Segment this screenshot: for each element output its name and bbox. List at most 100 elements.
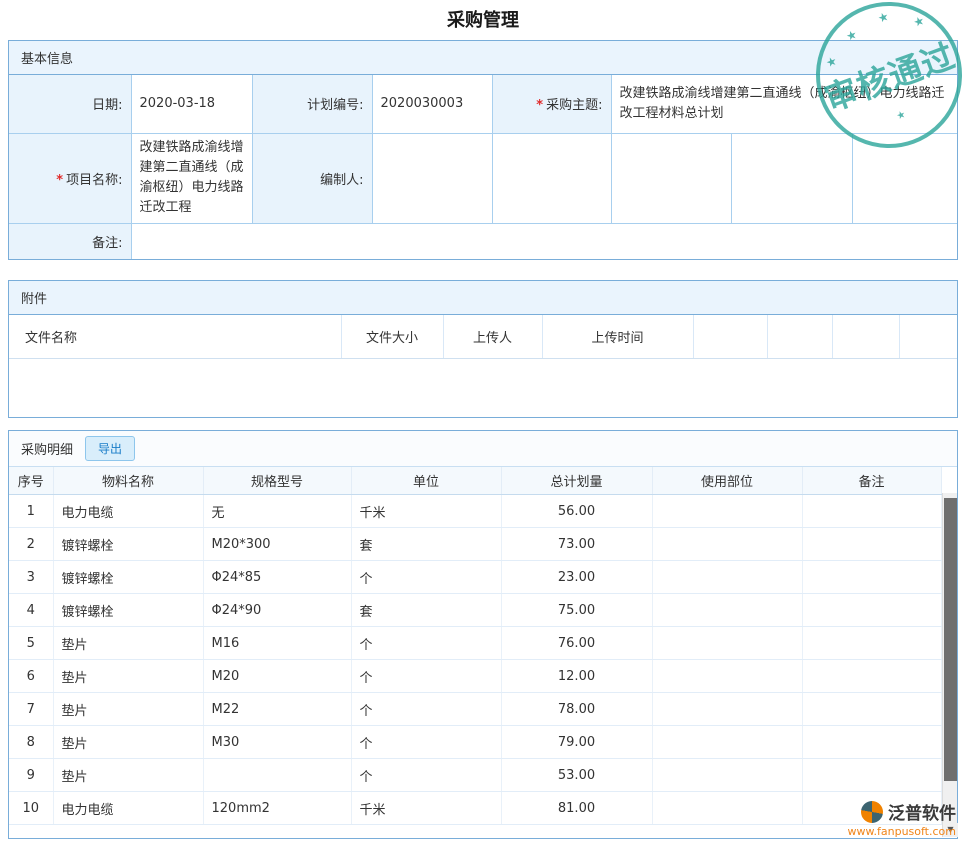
attachments-table: 文件名称文件大小上传人上传时间 — [9, 315, 957, 359]
table-row[interactable]: 1电力电缆无千米56.00 — [9, 495, 941, 528]
table-cell: 7 — [9, 693, 53, 726]
table-cell — [802, 594, 941, 627]
table-cell: Φ24*85 — [203, 561, 351, 594]
attachment-column-header: 上传人 — [443, 315, 542, 359]
remark-value — [131, 223, 957, 259]
table-cell: 53.00 — [501, 759, 652, 792]
export-button[interactable]: 导出 — [85, 436, 135, 461]
detail-section-title: 采购明细 — [21, 439, 73, 458]
table-cell — [652, 528, 802, 561]
table-cell: 电力电缆 — [53, 495, 203, 528]
table-cell: 垫片 — [53, 660, 203, 693]
detail-toolbar: 采购明细 导出 — [9, 431, 957, 467]
table-cell — [802, 627, 941, 660]
attachments-section-title: 附件 — [9, 281, 957, 315]
table-cell: 9 — [9, 759, 53, 792]
info-row-3: 备注: — [9, 223, 957, 259]
page: 采购管理 ★ ★ ★ ★ ★ 审核通过 基本信息 日期: 2020-03-18 … — [0, 0, 966, 842]
table-cell — [652, 627, 802, 660]
table-cell: 5 — [9, 627, 53, 660]
table-row[interactable]: 5垫片M16个76.00 — [9, 627, 941, 660]
table-cell: 个 — [351, 726, 501, 759]
attachment-column-header: 上传时间 — [542, 315, 693, 359]
table-row[interactable]: 3镀锌螺栓Φ24*85个23.00 — [9, 561, 941, 594]
basic-info-panel: 基本信息 日期: 2020-03-18 计划编号: 2020030003 *采购… — [8, 40, 958, 260]
attachment-empty-header — [693, 315, 767, 359]
plan-no-value: 2020030003 — [372, 75, 492, 133]
table-cell: 1 — [9, 495, 53, 528]
table-row[interactable]: 9垫片 个53.00 — [9, 759, 941, 792]
table-cell: 千米 — [351, 792, 501, 825]
table-cell — [802, 561, 941, 594]
required-marker: * — [536, 98, 543, 113]
table-cell: 无 — [203, 495, 351, 528]
empty-cell — [852, 133, 957, 223]
detail-column-header: 序号 — [9, 467, 53, 495]
table-cell — [802, 660, 941, 693]
table-cell: 120mm2 — [203, 792, 351, 825]
table-cell: 79.00 — [501, 726, 652, 759]
table-cell — [652, 792, 802, 825]
table-row[interactable]: 4镀锌螺栓Φ24*90套75.00 — [9, 594, 941, 627]
basic-info-table: 日期: 2020-03-18 计划编号: 2020030003 *采购主题: 改… — [9, 75, 957, 259]
table-row[interactable]: 8垫片M30个79.00 — [9, 726, 941, 759]
table-cell: 个 — [351, 693, 501, 726]
table-cell: 个 — [351, 627, 501, 660]
detail-column-header: 备注 — [802, 467, 941, 495]
table-cell — [802, 495, 941, 528]
attachments-panel: 附件 文件名称文件大小上传人上传时间 — [8, 280, 958, 418]
detail-header-row: 序号物料名称规格型号单位总计划量使用部位备注 — [9, 467, 941, 495]
table-cell: 6 — [9, 660, 53, 693]
table-cell: 76.00 — [501, 627, 652, 660]
attachment-column-header: 文件大小 — [341, 315, 443, 359]
table-row[interactable]: 6垫片M20个12.00 — [9, 660, 941, 693]
table-cell: 75.00 — [501, 594, 652, 627]
table-cell: M16 — [203, 627, 351, 660]
table-row[interactable]: 7垫片M22个78.00 — [9, 693, 941, 726]
attachment-empty-header — [767, 315, 832, 359]
table-cell: 垫片 — [53, 627, 203, 660]
table-cell — [652, 726, 802, 759]
table-cell: 套 — [351, 594, 501, 627]
subject-value: 改建铁路成渝线增建第二直通线（成渝枢纽）电力线路迁改工程材料总计划 — [611, 75, 957, 133]
detail-panel: 采购明细 导出 序号物料名称规格型号单位总计划量使用部位备注 1电力电缆无千米5… — [8, 430, 958, 839]
table-cell: 镀锌螺栓 — [53, 594, 203, 627]
scrollbar-thumb[interactable] — [944, 498, 957, 781]
table-cell — [652, 495, 802, 528]
attachments-empty-area — [9, 359, 957, 417]
editor-value — [372, 133, 492, 223]
table-cell: 个 — [351, 561, 501, 594]
table-cell — [802, 759, 941, 792]
empty-cell — [731, 133, 852, 223]
table-cell: 个 — [351, 759, 501, 792]
fanpu-website: www.fanpusoft.com — [848, 825, 956, 838]
plan-no-label: 计划编号: — [252, 75, 372, 133]
table-cell: 镀锌螺栓 — [53, 561, 203, 594]
fanpu-logo-text: 泛普软件 — [888, 799, 956, 824]
required-marker: * — [56, 173, 63, 188]
table-cell: 10 — [9, 792, 53, 825]
table-cell: 3 — [9, 561, 53, 594]
subject-label-text: 采购主题: — [546, 98, 602, 113]
vertical-scrollbar[interactable]: ▼ — [942, 493, 957, 837]
detail-column-header: 单位 — [351, 467, 501, 495]
project-value: 改建铁路成渝线增建第二直通线（成渝枢纽）电力线路迁改工程 — [131, 133, 252, 223]
subject-label: *采购主题: — [492, 75, 611, 133]
project-label: *项目名称: — [9, 133, 131, 223]
table-cell — [652, 561, 802, 594]
fanpu-logo: 泛普软件 www.fanpusoft.com — [848, 799, 956, 838]
table-row[interactable]: 10电力电缆120mm2千米81.00 — [9, 792, 941, 825]
table-cell: 8 — [9, 726, 53, 759]
table-cell: 个 — [351, 660, 501, 693]
table-cell — [652, 759, 802, 792]
table-cell: M22 — [203, 693, 351, 726]
table-cell: 2 — [9, 528, 53, 561]
table-row[interactable]: 2镀锌螺栓M20*300套73.00 — [9, 528, 941, 561]
info-row-2: *项目名称: 改建铁路成渝线增建第二直通线（成渝枢纽）电力线路迁改工程 编制人: — [9, 133, 957, 223]
table-cell: 垫片 — [53, 759, 203, 792]
fanpu-logo-icon — [861, 801, 883, 823]
attachment-empty-header — [899, 315, 957, 359]
detail-column-header: 物料名称 — [53, 467, 203, 495]
table-cell: 73.00 — [501, 528, 652, 561]
editor-label: 编制人: — [252, 133, 372, 223]
